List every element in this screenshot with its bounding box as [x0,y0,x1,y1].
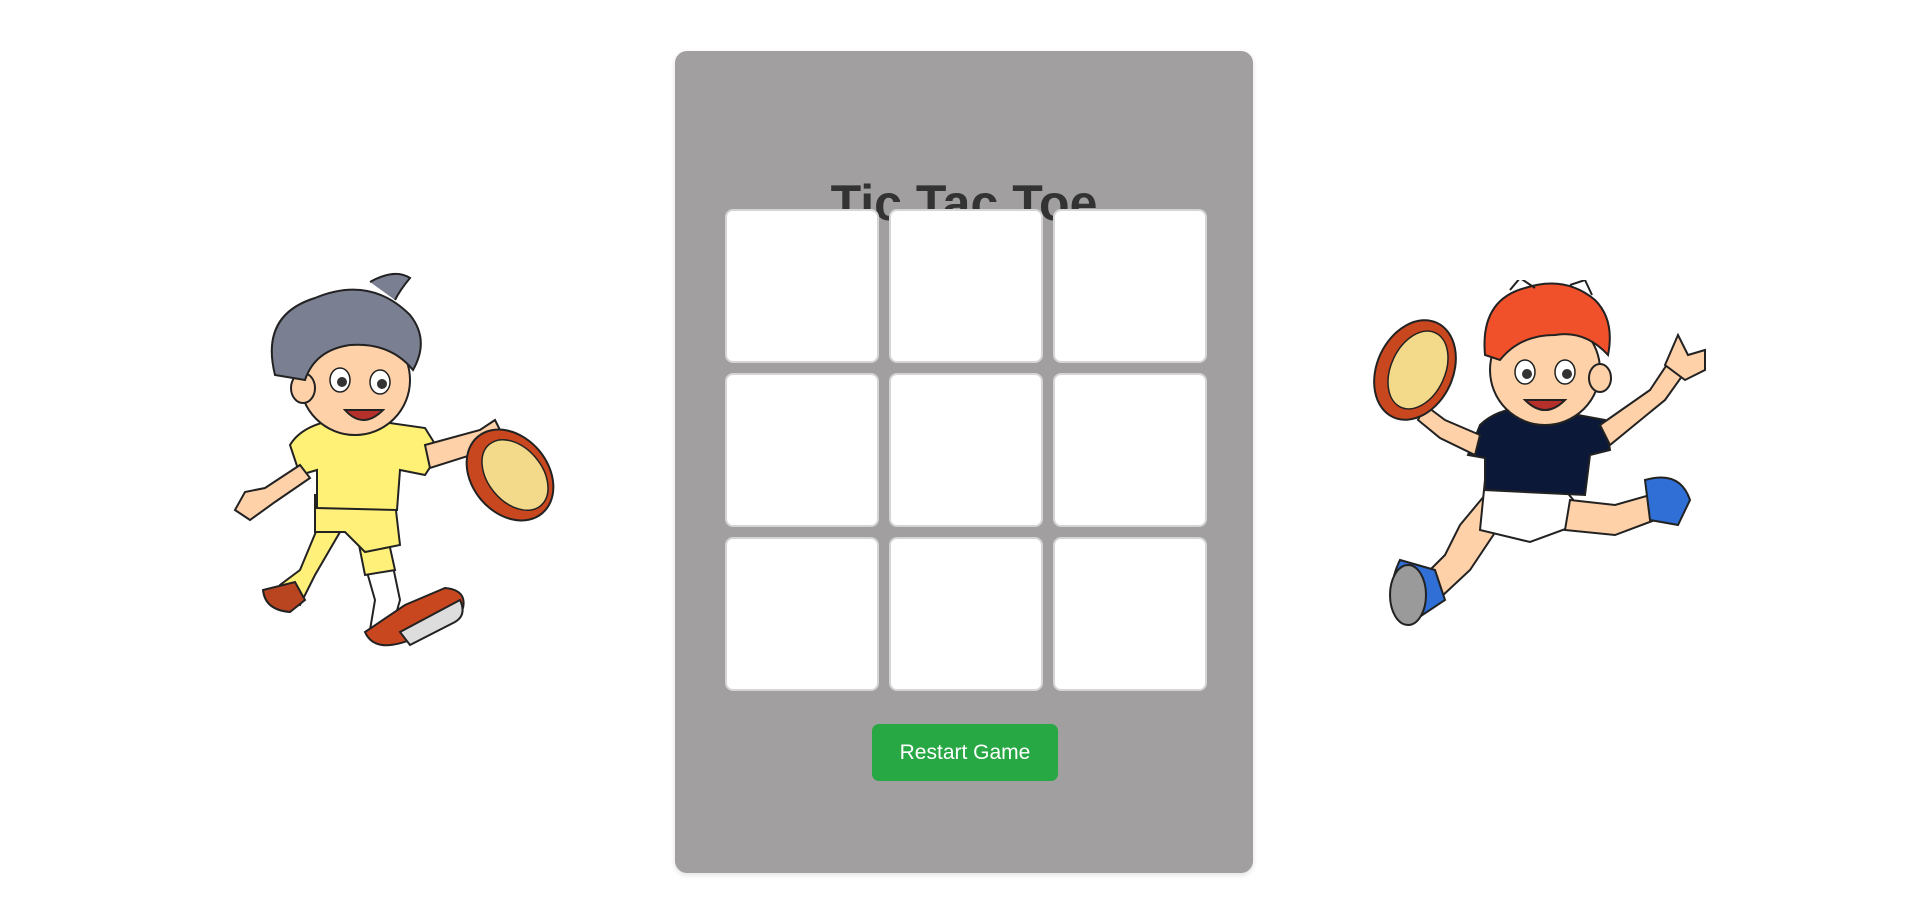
board-cell-4[interactable] [725,373,879,527]
board-cell-8[interactable] [889,537,1043,691]
rugby-player-right-icon [1373,280,1706,626]
game-board [725,209,1209,693]
board-cell-5[interactable] [889,373,1043,527]
restart-game-button[interactable]: Restart Game [872,724,1058,781]
game-page: Tic Tac Toe Restart Game [0,0,1915,916]
board-cell-3[interactable] [1053,209,1207,363]
board-cell-7[interactable] [725,537,879,691]
board-cell-6[interactable] [1053,373,1207,527]
board-cell-9[interactable] [1053,537,1207,691]
board-cell-1[interactable] [725,209,879,363]
board-cell-2[interactable] [889,209,1043,363]
rugby-player-left-icon [233,272,555,647]
game-panel: Tic Tac Toe Restart Game [675,51,1253,873]
